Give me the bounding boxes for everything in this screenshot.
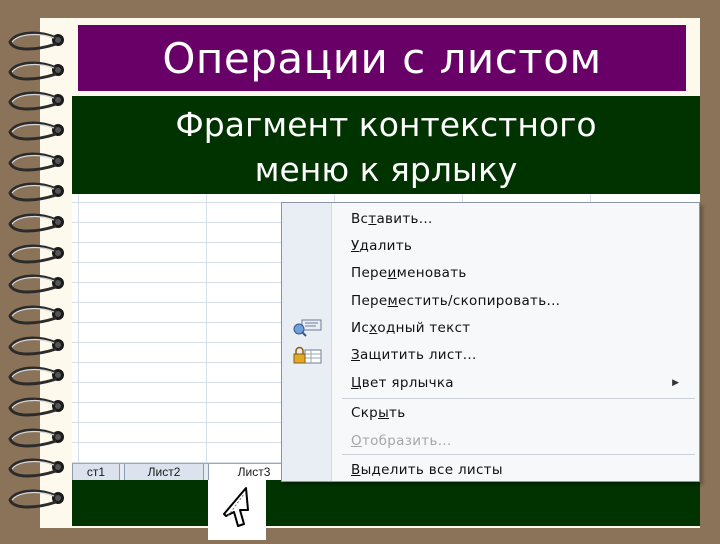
context-menu-item[interactable]: Цвет ярлычка ▶ (282, 371, 699, 395)
cursor-area (208, 480, 266, 540)
slide-title: Операции с листом (78, 25, 686, 91)
context-menu-item-label: Переместить/скопировать... (351, 293, 561, 309)
spiral-ring-icon (8, 121, 64, 141)
context-menu-item-label: Защитить лист... (351, 347, 477, 363)
context-menu-item: Отобразить... (282, 429, 699, 453)
context-menu-item[interactable]: Вставить... (282, 207, 699, 231)
context-menu-item[interactable]: Переместить/скопировать... (282, 289, 699, 313)
context-menu-item-label: Отобразить... (351, 433, 452, 449)
spiral-ring-icon (8, 458, 64, 478)
spiral-ring-icon (8, 366, 64, 386)
spiral-ring-icon (8, 428, 64, 448)
bottom-band (72, 480, 700, 526)
spiral-ring-icon (8, 31, 64, 51)
context-menu: Вставить... Удалить Переименовать Перемести… (281, 202, 700, 482)
spiral-ring-icon (8, 213, 64, 233)
context-menu-item-label: Исходный текст (351, 320, 471, 336)
spiral-ring-icon (8, 152, 64, 172)
spiral-ring-icon (8, 61, 64, 81)
spiral-ring-icon (8, 182, 64, 202)
sheet-tab-2[interactable]: Лист2 (124, 464, 204, 481)
sheet-tab-1[interactable]: ст1 (72, 464, 120, 481)
spiral-ring-icon (8, 305, 64, 325)
context-menu-item-label: Удалить (351, 238, 413, 254)
view-code-icon (291, 319, 323, 337)
menu-separator (342, 454, 695, 455)
context-menu-item[interactable]: Переименовать (282, 261, 699, 285)
submenu-arrow-icon: ▶ (672, 378, 679, 388)
context-menu-item-label: Скрыть (351, 405, 406, 421)
context-menu-item[interactable]: Защитить лист... (282, 343, 699, 367)
context-menu-item-label: Цвет ярлычка (351, 375, 454, 391)
spiral-ring-icon (8, 489, 64, 509)
context-menu-item[interactable]: Исходный текст (282, 316, 699, 340)
spiral-ring-icon (8, 244, 64, 264)
spiral-ring-icon (8, 336, 64, 356)
subtitle-line-2: меню к ярлыку (254, 150, 518, 189)
spiral-binding (8, 31, 64, 509)
context-menu-item-label: Вставить... (351, 211, 433, 227)
context-menu-item-label: Переименовать (351, 265, 467, 281)
context-menu-item[interactable]: Скрыть (282, 401, 699, 425)
mouse-pointer-icon (223, 487, 249, 527)
context-menu-item[interactable]: Выделить все листы (282, 458, 699, 482)
slide-subtitle: Фрагмент контекстного меню к ярлыку (72, 96, 700, 194)
context-menu-item-label: Выделить все листы (351, 462, 503, 478)
menu-separator (342, 398, 695, 399)
subtitle-line-1: Фрагмент контекстного (175, 105, 597, 144)
spiral-ring-icon (8, 274, 64, 294)
spiral-ring-icon (8, 397, 64, 417)
context-menu-item[interactable]: Удалить (282, 234, 699, 258)
protect-sheet-icon (291, 346, 323, 364)
spiral-ring-icon (8, 91, 64, 111)
